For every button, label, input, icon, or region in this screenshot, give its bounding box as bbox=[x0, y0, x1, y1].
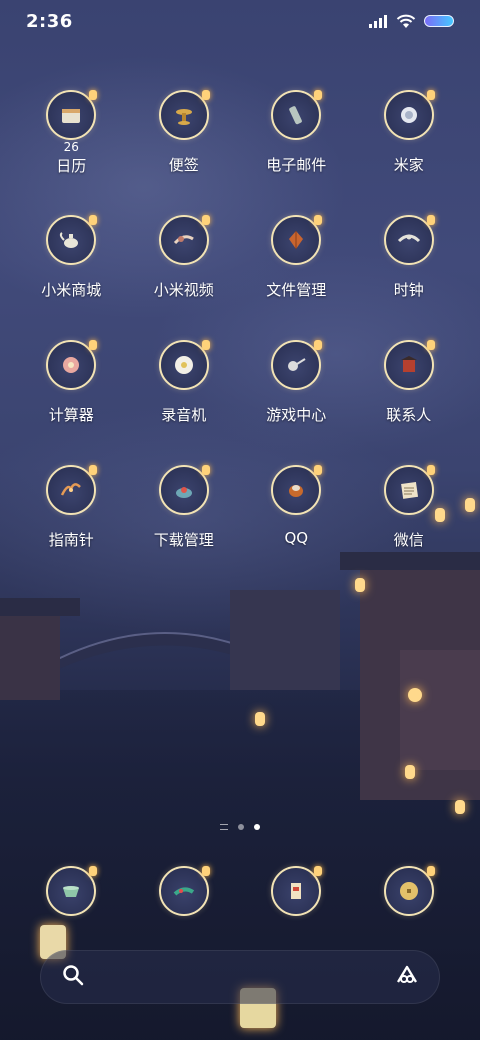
page-indicator[interactable] bbox=[0, 824, 480, 830]
notes-icon bbox=[158, 90, 210, 140]
app-video[interactable]: 小米视频 bbox=[128, 215, 241, 305]
camera-icon bbox=[383, 866, 435, 916]
app-label: 时钟 bbox=[393, 281, 424, 299]
search-bar[interactable] bbox=[40, 950, 440, 1004]
app-compass[interactable]: 指南针 bbox=[15, 465, 128, 555]
recorder-icon bbox=[158, 340, 210, 390]
app-qq[interactable]: QQ bbox=[240, 465, 353, 555]
files-icon bbox=[271, 215, 323, 265]
app-label: 日历 bbox=[56, 157, 87, 175]
app-label: 计算器 bbox=[48, 406, 94, 424]
app-label: 下载管理 bbox=[153, 531, 214, 549]
app-contacts[interactable]: 联系人 bbox=[353, 340, 466, 430]
dock-camera[interactable] bbox=[353, 866, 466, 916]
dock-phone[interactable] bbox=[15, 866, 128, 916]
lantern bbox=[455, 800, 465, 814]
house-middle bbox=[230, 590, 340, 690]
clock-icon bbox=[383, 215, 435, 265]
app-downloads[interactable]: 下载管理 bbox=[128, 465, 241, 555]
store-icon bbox=[46, 215, 98, 265]
app-label: QQ bbox=[284, 529, 309, 547]
wechat-icon bbox=[383, 465, 435, 515]
app-label: 录音机 bbox=[161, 406, 207, 424]
app-calendar[interactable]: 26 日历 bbox=[15, 90, 128, 180]
game-center-icon bbox=[271, 340, 323, 390]
app-notes[interactable]: 便签 bbox=[128, 90, 241, 180]
lantern bbox=[255, 712, 265, 726]
wifi-icon bbox=[396, 14, 416, 28]
house-left bbox=[0, 610, 60, 700]
dock-browser[interactable] bbox=[240, 866, 353, 916]
app-label: 便签 bbox=[168, 156, 199, 174]
app-label: 游戏中心 bbox=[266, 406, 327, 424]
contacts-icon bbox=[383, 340, 435, 390]
app-files[interactable]: 文件管理 bbox=[240, 215, 353, 305]
lantern bbox=[408, 688, 422, 702]
page-dot[interactable] bbox=[238, 824, 244, 830]
app-label: 微信 bbox=[393, 531, 424, 549]
search-icon[interactable] bbox=[61, 963, 85, 991]
menu-lines-icon[interactable] bbox=[220, 824, 228, 830]
signal-icon bbox=[369, 15, 387, 28]
qq-icon bbox=[271, 465, 323, 515]
compass-icon bbox=[46, 465, 98, 515]
mihome-icon bbox=[383, 90, 435, 140]
app-email[interactable]: 电子邮件 bbox=[240, 90, 353, 180]
app-label: 电子邮件 bbox=[266, 156, 327, 174]
dock-messages[interactable] bbox=[128, 866, 241, 916]
app-label: 米家 bbox=[393, 156, 424, 174]
app-recorder[interactable]: 录音机 bbox=[128, 340, 241, 430]
downloads-icon bbox=[158, 465, 210, 515]
status-bar: 2:36 bbox=[0, 0, 480, 42]
app-store[interactable]: 小米商城 bbox=[15, 215, 128, 305]
app-label: 小米商城 bbox=[41, 281, 102, 299]
calendar-date-badge: 26 bbox=[63, 140, 79, 154]
roof-left bbox=[0, 598, 80, 616]
app-wechat[interactable]: 微信 bbox=[353, 465, 466, 555]
assistant-icon[interactable] bbox=[395, 963, 419, 991]
lantern bbox=[405, 765, 415, 779]
calculator-icon bbox=[46, 340, 98, 390]
app-label: 联系人 bbox=[386, 406, 432, 424]
app-clock[interactable]: 时钟 bbox=[353, 215, 466, 305]
app-grid: 26 日历 便签 电子邮件 米家 小米商城 小米视频 文件管理 时钟 计算器 录… bbox=[15, 90, 465, 555]
browser-icon bbox=[271, 866, 323, 916]
app-mihome[interactable]: 米家 bbox=[353, 90, 466, 180]
video-icon bbox=[158, 215, 210, 265]
phone-icon bbox=[46, 866, 98, 916]
house-far-right bbox=[400, 650, 480, 770]
dock bbox=[15, 866, 465, 916]
page-dot-active[interactable] bbox=[254, 824, 260, 830]
email-icon bbox=[271, 90, 323, 140]
messages-icon bbox=[158, 866, 210, 916]
status-icons bbox=[368, 14, 454, 29]
app-label: 小米视频 bbox=[153, 281, 214, 299]
battery-icon bbox=[424, 15, 454, 27]
app-game-center[interactable]: 游戏中心 bbox=[240, 340, 353, 430]
app-label: 指南针 bbox=[48, 531, 94, 549]
calendar-icon bbox=[46, 90, 98, 140]
app-label: 文件管理 bbox=[266, 281, 327, 299]
status-time: 2:36 bbox=[26, 10, 73, 32]
lantern bbox=[355, 578, 365, 592]
lantern bbox=[465, 498, 475, 512]
app-calculator[interactable]: 计算器 bbox=[15, 340, 128, 430]
